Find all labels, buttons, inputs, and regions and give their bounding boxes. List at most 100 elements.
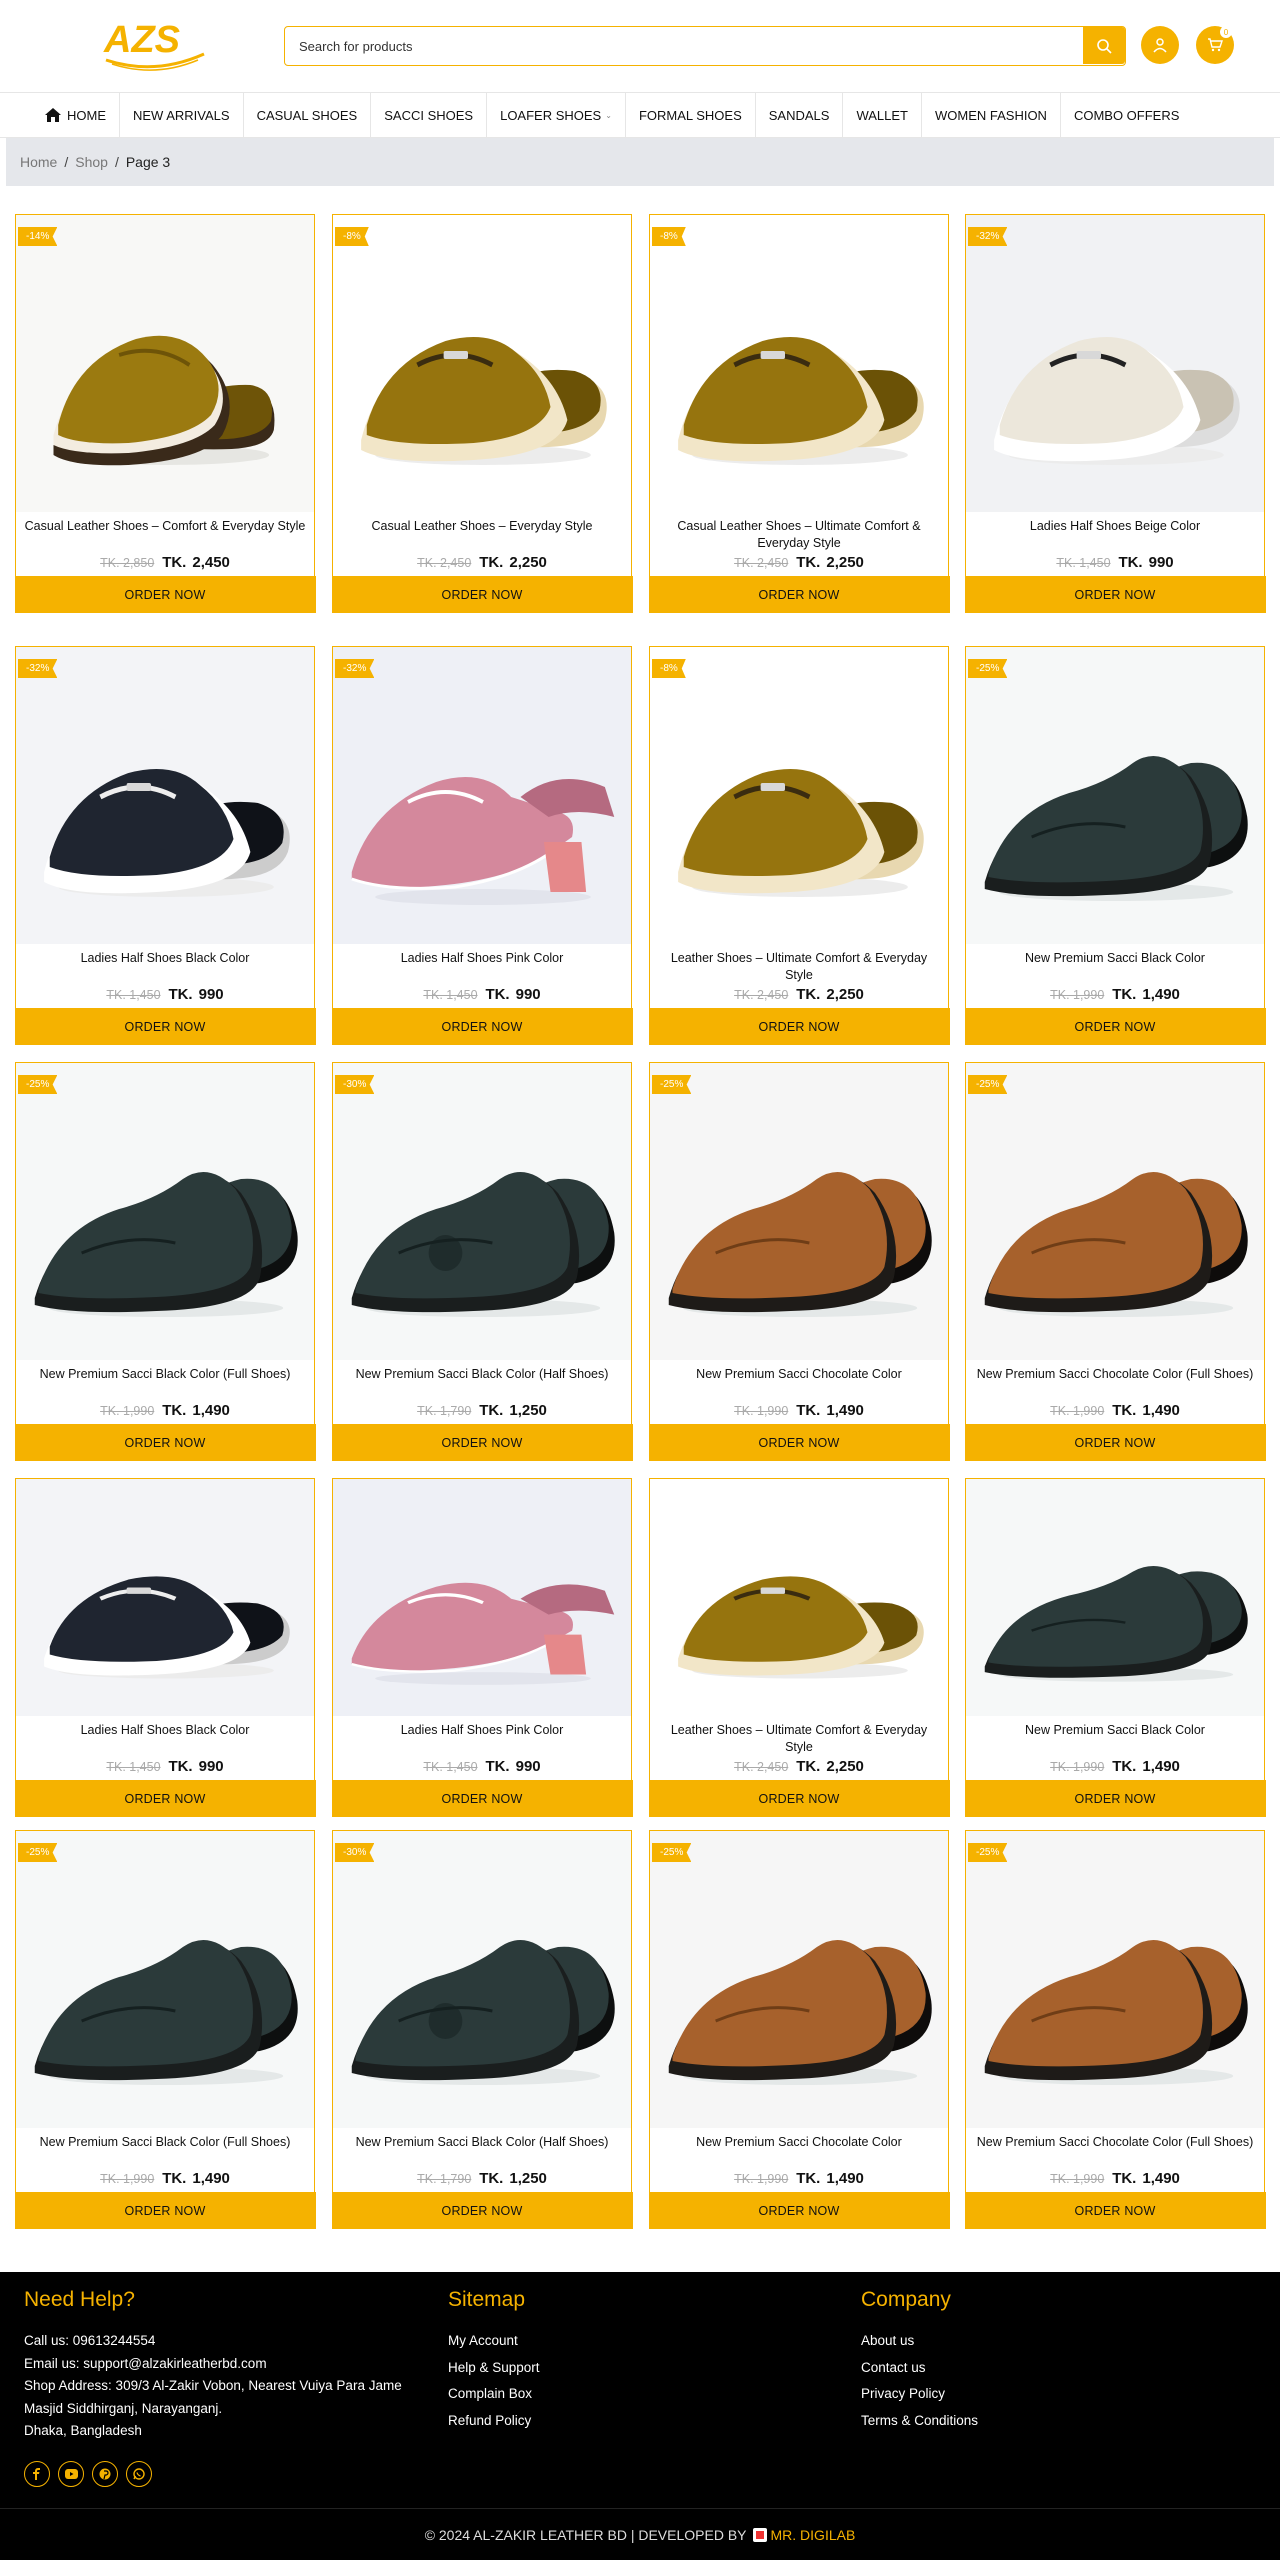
- product-card[interactable]: -8% Casual Leather Shoes – Everyday Styl…: [331, 214, 633, 613]
- product-card[interactable]: Ladies Half Shoes Black Color TK. 1,450 …: [14, 1478, 316, 1817]
- product-title[interactable]: New Premium Sacci Black Color (Full Shoe…: [16, 1360, 314, 1400]
- product-image[interactable]: [16, 1063, 314, 1360]
- product-card[interactable]: New Premium Sacci Black Color TK. 1,990 …: [964, 1478, 1266, 1817]
- product-title[interactable]: New Premium Sacci Black Color (Full Shoe…: [16, 2128, 314, 2168]
- product-title[interactable]: New Premium Sacci Black Color (Half Shoe…: [333, 2128, 631, 2168]
- product-card[interactable]: -30% New Premium Sacci Black Color (Half…: [331, 1830, 633, 2229]
- footer-link-complain-box[interactable]: Complain Box: [448, 2383, 540, 2406]
- product-image-wrap[interactable]: -25%: [16, 1063, 314, 1360]
- product-card[interactable]: -25% New Premium Sacci Chocolate Color (…: [964, 1062, 1266, 1461]
- product-image[interactable]: [650, 1831, 948, 2128]
- breadcrumb-shop[interactable]: Shop: [75, 154, 108, 170]
- product-title[interactable]: Casual Leather Shoes – Everyday Style: [333, 512, 631, 552]
- product-image[interactable]: [650, 1063, 948, 1360]
- footer-link-about[interactable]: About us: [861, 2330, 978, 2353]
- product-title[interactable]: Ladies Half Shoes Pink Color: [333, 944, 631, 984]
- product-image-wrap[interactable]: -25%: [966, 1831, 1264, 2128]
- nav-item-new-arrivals[interactable]: NEW ARRIVALS: [120, 92, 244, 138]
- facebook-icon[interactable]: [24, 2460, 50, 2487]
- site-logo[interactable]: AZS: [100, 14, 210, 74]
- product-card[interactable]: -25% New Premium Sacci Chocolate Color (…: [964, 1830, 1266, 2229]
- product-title[interactable]: New Premium Sacci Chocolate Color: [650, 1360, 948, 1400]
- product-card[interactable]: -25% New Premium Sacci Chocolate Color T…: [648, 1830, 950, 2229]
- product-card[interactable]: -30% New Premium Sacci Black Color (Half…: [331, 1062, 633, 1461]
- product-title[interactable]: Ladies Half Shoes Pink Color: [333, 1716, 631, 1756]
- product-image[interactable]: [16, 1831, 314, 2128]
- product-card[interactable]: Ladies Half Shoes Pink Color TK. 1,450 T…: [331, 1478, 633, 1817]
- product-image-wrap[interactable]: -25%: [966, 1063, 1264, 1360]
- nav-item-combo-offers[interactable]: COMBO OFFERS: [1061, 92, 1192, 138]
- footer-link-my-account[interactable]: My Account: [448, 2330, 540, 2353]
- product-image[interactable]: [966, 1479, 1264, 1716]
- product-image[interactable]: [966, 647, 1264, 944]
- product-image[interactable]: [333, 1831, 631, 2128]
- order-now-button[interactable]: ORDER NOW: [964, 1780, 1266, 1817]
- order-now-button[interactable]: ORDER NOW: [14, 1424, 316, 1461]
- product-image-wrap[interactable]: -30%: [333, 1831, 631, 2128]
- order-now-button[interactable]: ORDER NOW: [964, 1008, 1266, 1045]
- nav-item-women-fashion[interactable]: WOMEN FASHION: [922, 92, 1061, 138]
- product-title[interactable]: New Premium Sacci Black Color: [966, 1716, 1264, 1756]
- product-image-wrap[interactable]: -25%: [16, 1831, 314, 2128]
- product-title[interactable]: Casual Leather Shoes – Ultimate Comfort …: [650, 512, 948, 552]
- product-image[interactable]: [333, 1063, 631, 1360]
- product-title[interactable]: New Premium Sacci Chocolate Color (Full …: [966, 2128, 1264, 2168]
- product-image-wrap[interactable]: -32%: [966, 215, 1264, 512]
- nav-item-loafer-shoes[interactable]: LOAFER SHOES ⌄: [487, 92, 626, 138]
- developer-link[interactable]: MR. DIGILAB: [771, 2527, 856, 2543]
- pinterest-icon[interactable]: [92, 2460, 118, 2487]
- order-now-button[interactable]: ORDER NOW: [648, 576, 950, 613]
- order-now-button[interactable]: ORDER NOW: [964, 2192, 1266, 2229]
- product-title[interactable]: Casual Leather Shoes – Comfort & Everyda…: [16, 512, 314, 552]
- product-title[interactable]: Ladies Half Shoes Black Color: [16, 1716, 314, 1756]
- search-input[interactable]: [285, 27, 1083, 65]
- product-image-wrap[interactable]: [333, 1479, 631, 1716]
- product-image[interactable]: [650, 1479, 948, 1716]
- product-image[interactable]: [333, 1479, 631, 1716]
- nav-item-sacci-shoes[interactable]: SACCI SHOES: [371, 92, 488, 138]
- product-title[interactable]: New Premium Sacci Chocolate Color: [650, 2128, 948, 2168]
- product-image-wrap[interactable]: [650, 1479, 948, 1716]
- nav-item-formal-shoes[interactable]: FORMAL SHOES: [626, 92, 756, 138]
- product-image[interactable]: [333, 647, 631, 944]
- order-now-button[interactable]: ORDER NOW: [331, 576, 633, 613]
- cart-button[interactable]: 0: [1196, 26, 1234, 64]
- product-title[interactable]: New Premium Sacci Black Color: [966, 944, 1264, 984]
- breadcrumb-home[interactable]: Home: [20, 154, 57, 170]
- order-now-button[interactable]: ORDER NOW: [14, 1008, 316, 1045]
- product-image-wrap[interactable]: -8%: [650, 215, 948, 512]
- order-now-button[interactable]: ORDER NOW: [648, 1424, 950, 1461]
- product-title[interactable]: Ladies Half Shoes Black Color: [16, 944, 314, 984]
- product-image-wrap[interactable]: -25%: [650, 1831, 948, 2128]
- order-now-button[interactable]: ORDER NOW: [964, 1424, 1266, 1461]
- product-image-wrap[interactable]: -8%: [333, 215, 631, 512]
- order-now-button[interactable]: ORDER NOW: [648, 2192, 950, 2229]
- product-image[interactable]: [16, 215, 314, 512]
- product-image-wrap[interactable]: -32%: [333, 647, 631, 944]
- product-image-wrap[interactable]: -8%: [650, 647, 948, 944]
- whatsapp-icon[interactable]: [126, 2460, 152, 2487]
- product-image[interactable]: [966, 215, 1264, 512]
- product-card[interactable]: -14% Casual Leather Shoes – Comfort & Ev…: [14, 214, 316, 613]
- product-image-wrap[interactable]: -32%: [16, 647, 314, 944]
- product-card[interactable]: -8% Casual Leather Shoes – Ultimate Comf…: [648, 214, 950, 613]
- product-image-wrap[interactable]: [966, 1479, 1264, 1716]
- product-image[interactable]: [650, 215, 948, 512]
- product-title[interactable]: New Premium Sacci Chocolate Color (Full …: [966, 1360, 1264, 1400]
- product-image[interactable]: [966, 1831, 1264, 2128]
- product-title[interactable]: Leather Shoes – Ultimate Comfort & Every…: [650, 944, 948, 984]
- product-title[interactable]: New Premium Sacci Black Color (Half Shoe…: [333, 1360, 631, 1400]
- product-card[interactable]: -25% New Premium Sacci Black Color (Full…: [14, 1830, 316, 2229]
- product-title[interactable]: Ladies Half Shoes Beige Color: [966, 512, 1264, 552]
- footer-link-privacy[interactable]: Privacy Policy: [861, 2383, 978, 2406]
- order-now-button[interactable]: ORDER NOW: [14, 2192, 316, 2229]
- order-now-button[interactable]: ORDER NOW: [331, 1424, 633, 1461]
- product-image-wrap[interactable]: [16, 1479, 314, 1716]
- product-image[interactable]: [16, 1479, 314, 1716]
- order-now-button[interactable]: ORDER NOW: [648, 1008, 950, 1045]
- order-now-button[interactable]: ORDER NOW: [964, 576, 1266, 613]
- footer-link-terms[interactable]: Terms & Conditions: [861, 2410, 978, 2433]
- order-now-button[interactable]: ORDER NOW: [648, 1780, 950, 1817]
- product-image[interactable]: [966, 1063, 1264, 1360]
- product-image-wrap[interactable]: -30%: [333, 1063, 631, 1360]
